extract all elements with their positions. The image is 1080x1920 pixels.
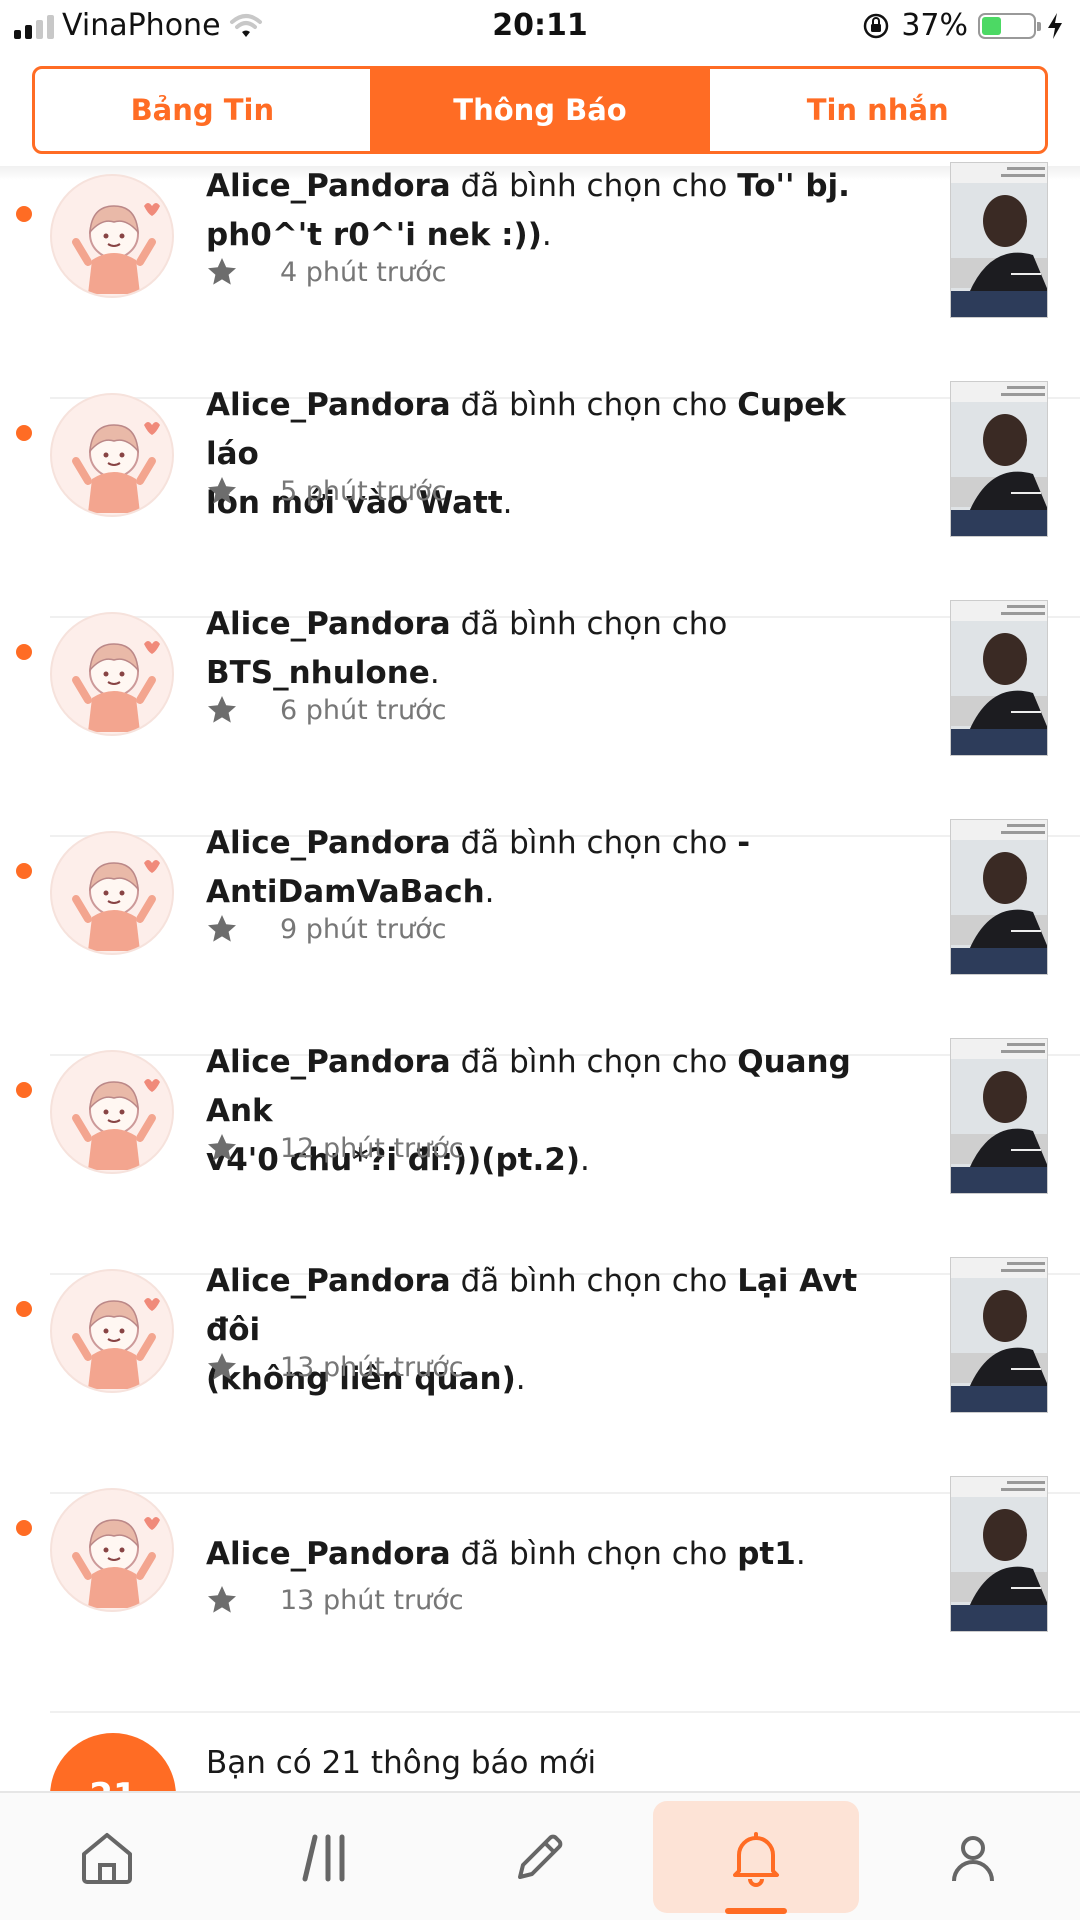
notification-item[interactable]: Alice_Pandora đã bình chọn cho Cupek láo… (0, 381, 1080, 618)
summary-text: Bạn có 21 thông báo mới (206, 1745, 597, 1781)
notification-item[interactable]: Alice_Pandora đã bình chọn cho pt1. 13 p… (0, 1476, 1080, 1713)
bell-icon (733, 1831, 779, 1887)
notification-item[interactable]: Alice_Pandora đã bình chọn cho Lại Avt đ… (0, 1257, 1080, 1494)
story-thumbnail[interactable] (950, 162, 1048, 318)
notification-time: 12 phút trước (280, 1132, 464, 1164)
story-thumbnail[interactable] (950, 1257, 1048, 1413)
unread-dot (16, 863, 32, 879)
star-icon (208, 258, 236, 285)
avatar[interactable] (50, 1488, 174, 1612)
notification-time: 6 phút trước (280, 694, 447, 726)
story-title[interactable]: AntiDamVaBach (206, 874, 485, 910)
unread-dot (16, 644, 32, 660)
story-thumbnail[interactable] (950, 381, 1048, 537)
nav-write[interactable] (436, 1793, 642, 1920)
unread-dot (16, 206, 32, 222)
notification-meta: 13 phút trước (206, 1584, 464, 1616)
story-title[interactable]: BTS_nhulone (206, 655, 430, 691)
nav-library[interactable] (223, 1793, 429, 1920)
star-icon (208, 1586, 236, 1613)
story-title[interactable]: ph0^'t r0^'i nek :)) (206, 217, 542, 253)
notification-item[interactable]: Alice_Pandora đã bình chọn cho BTS_nhulo… (0, 600, 1080, 837)
unread-dot (16, 1082, 32, 1098)
username[interactable]: Alice_Pandora (206, 825, 451, 861)
username[interactable]: Alice_Pandora (206, 606, 451, 642)
username[interactable]: Alice_Pandora (206, 1044, 451, 1080)
profile-icon (952, 1835, 994, 1881)
username[interactable]: Alice_Pandora (206, 168, 451, 204)
orientation-lock-icon (864, 13, 889, 38)
pencil-icon (518, 1834, 563, 1879)
star-icon (208, 477, 236, 504)
notification-time: 5 phút trước (280, 475, 447, 507)
avatar[interactable] (50, 393, 174, 517)
notification-time: 13 phút trước (280, 1584, 464, 1616)
story-thumbnail[interactable] (950, 600, 1048, 756)
notification-time: 9 phút trước (280, 913, 447, 945)
star-icon (208, 915, 236, 942)
tab-bang-tin[interactable]: Bảng Tin (35, 69, 370, 151)
notification-meta: 13 phút trước (206, 1351, 464, 1383)
top-tabs: Bảng Tin Thông Báo Tin nhắn (32, 66, 1048, 154)
battery-icon (978, 12, 1041, 39)
username[interactable]: Alice_Pandora (206, 1263, 451, 1299)
notification-text: Alice_Pandora đã bình chọn cho BTS_nhulo… (206, 606, 728, 691)
story-title[interactable]: pt1 (737, 1536, 796, 1572)
story-title[interactable]: To'' bj. (737, 168, 850, 204)
notification-item[interactable]: Alice_Pandora đã bình chọn cho To'' bj. p… (0, 162, 1080, 399)
story-thumbnail[interactable] (950, 819, 1048, 975)
bottom-nav (0, 1791, 1080, 1920)
unread-dot (16, 1520, 32, 1536)
star-icon (208, 1353, 236, 1380)
star-icon (208, 696, 236, 723)
unread-dot (16, 425, 32, 441)
story-thumbnail[interactable] (950, 1038, 1048, 1194)
username[interactable]: Alice_Pandora (206, 387, 451, 423)
library-icon (302, 1834, 345, 1881)
notification-time: 4 phút trước (280, 256, 447, 288)
notification-list: Alice_Pandora đã bình chọn cho To'' bj. p… (0, 162, 1080, 1713)
charging-icon (1048, 12, 1062, 39)
notification-text: Alice_Pandora đã bình chọn cho To'' bj. p… (206, 168, 850, 253)
notification-item[interactable]: Alice_Pandora đã bình chọn cho - AntiDamV… (0, 819, 1080, 1056)
notification-meta: 5 phút trước (206, 475, 446, 507)
battery-percent: 37% (901, 8, 968, 43)
avatar[interactable] (50, 612, 174, 736)
star-icon (208, 1134, 236, 1161)
notification-time: 13 phút trước (280, 1351, 464, 1383)
tab-thong-bao[interactable]: Thông Báo (369, 69, 708, 151)
new-notifications-summary[interactable]: 21 Bạn có 21 thông báo mới (0, 1713, 1080, 1859)
username[interactable]: Alice_Pandora (206, 1536, 451, 1572)
avatar[interactable] (50, 831, 174, 955)
notification-meta: 12 phút trước (206, 1132, 464, 1164)
notification-item[interactable]: Alice_Pandora đã bình chọn cho Quang Ank… (0, 1038, 1080, 1275)
tab-tin-nhan[interactable]: Tin nhắn (707, 69, 1045, 151)
active-tab-underline (725, 1908, 787, 1914)
notification-text: Alice_Pandora đã bình chọn cho - AntiDamV… (206, 825, 751, 910)
avatar[interactable] (50, 174, 174, 298)
unread-dot (16, 1301, 32, 1317)
avatar[interactable] (50, 1050, 174, 1174)
nav-profile[interactable] (870, 1793, 1076, 1920)
notification-meta: 9 phút trước (206, 913, 446, 945)
home-icon (82, 1832, 132, 1884)
nav-notifications[interactable] (653, 1793, 859, 1920)
story-title[interactable]: - (737, 825, 750, 861)
story-thumbnail[interactable] (950, 1476, 1048, 1632)
notification-meta: 4 phút trước (206, 256, 446, 288)
nav-home[interactable] (4, 1793, 210, 1920)
status-bar: VinaPhone 20:11 37% (0, 0, 1080, 54)
avatar[interactable] (50, 1269, 174, 1393)
notification-text: Alice_Pandora đã bình chọn cho pt1. (206, 1536, 806, 1572)
notification-meta: 6 phút trước (206, 694, 446, 726)
